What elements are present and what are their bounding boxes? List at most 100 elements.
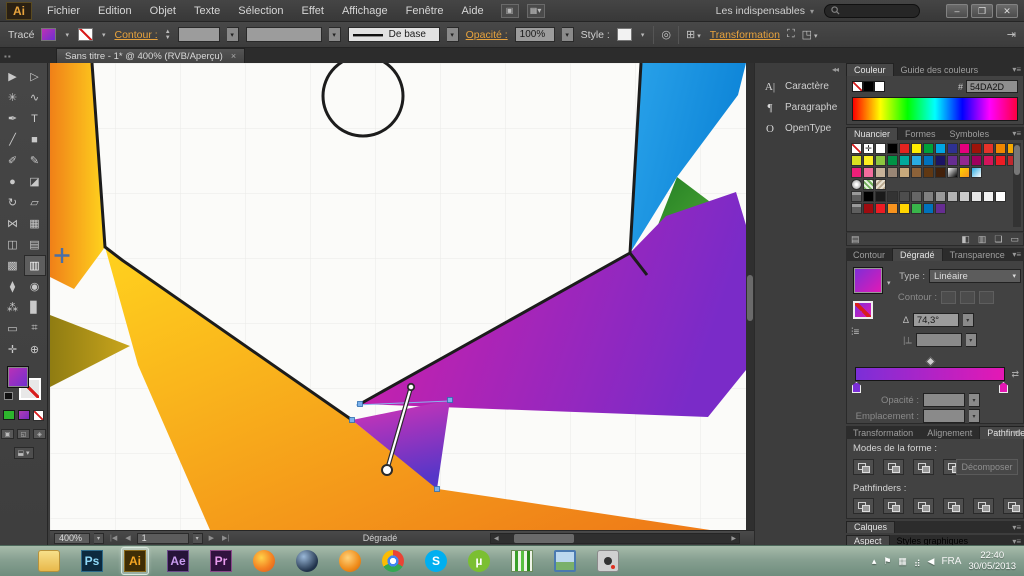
network-icon[interactable]: ⣴ <box>914 556 921 567</box>
swatch[interactable] <box>899 203 910 214</box>
tab-transparence[interactable]: Transparence <box>943 249 1012 261</box>
width-profile-select[interactable] <box>245 27 322 42</box>
rotate-tool[interactable]: ↻ <box>2 192 24 213</box>
gradient-preview-swatch[interactable] <box>853 267 883 294</box>
gradient-options-icon[interactable]: ⫶≡ <box>851 327 859 338</box>
scale-tool[interactable]: ▱ <box>24 192 46 213</box>
none-swatch[interactable] <box>851 143 862 154</box>
gradient-reverse-fill-icon[interactable] <box>853 301 873 319</box>
taskbar-clock[interactable]: 22:40 30/05/2013 <box>968 550 1016 572</box>
screen-recorder-taskbar-icon[interactable] <box>595 548 621 574</box>
tab-guide-des-couleurs[interactable]: Guide des couleurs <box>894 64 986 76</box>
brush-definition-select[interactable]: De base <box>347 27 440 42</box>
registration-swatch[interactable]: ✛ <box>863 143 874 154</box>
swatch[interactable] <box>923 191 934 202</box>
swatch[interactable] <box>911 155 922 166</box>
swatch[interactable] <box>887 155 898 166</box>
swatch[interactable] <box>887 167 898 178</box>
photo-viewer-taskbar-icon[interactable] <box>552 548 578 574</box>
pencil-tool[interactable]: ✎ <box>24 150 46 171</box>
fraps-taskbar-icon[interactable] <box>509 548 535 574</box>
hex-value-field[interactable]: 54DA2D <box>966 80 1018 93</box>
scroll-right-icon[interactable]: ▶ <box>728 535 739 542</box>
swatch[interactable] <box>971 191 982 202</box>
scrollbar-thumb[interactable] <box>513 534 574 543</box>
swatch[interactable] <box>911 191 922 202</box>
swatch[interactable] <box>971 143 982 154</box>
swatch[interactable] <box>863 191 874 202</box>
swatch[interactable] <box>983 191 994 202</box>
stroke-weight-field[interactable] <box>177 27 220 42</box>
rectangle-tool[interactable]: ■ <box>24 129 46 150</box>
gradient-swatch[interactable] <box>947 167 958 178</box>
gradient-slider-bar[interactable] <box>855 367 1005 381</box>
swatch[interactable] <box>947 143 958 154</box>
magic-wand-tool[interactable]: ✳ <box>2 87 24 108</box>
after-effects-taskbar-icon[interactable]: Ae <box>165 548 191 574</box>
swatch[interactable] <box>911 167 922 178</box>
bounding-box-icon[interactable]: ⛶ <box>787 28 795 41</box>
workspace-switcher[interactable]: Les indispensables ▾ <box>716 5 824 17</box>
artboard-number-field[interactable]: 1 <box>136 532 189 544</box>
unite-icon[interactable] <box>853 459 874 475</box>
chevron-down-icon[interactable]: ▾ <box>887 279 891 287</box>
fill-color-swatch[interactable] <box>41 28 57 41</box>
panel-menu-icon[interactable]: ▾≡ <box>1012 428 1021 437</box>
horizontal-scrollbar[interactable]: ◀ ▶ <box>490 533 740 544</box>
align-icon[interactable]: ⊞ ▾ <box>686 28 703 41</box>
column-graph-tool[interactable]: ▊ <box>24 297 46 318</box>
menu-texte[interactable]: Texte <box>185 2 229 20</box>
chevron-down-icon[interactable]: ▾ <box>446 27 459 42</box>
stroke-weight-stepper[interactable]: ▲ ▼ <box>165 29 171 41</box>
swatch[interactable] <box>851 167 862 178</box>
dock-item-caractere[interactable]: A| Caractère <box>755 76 844 97</box>
tab-degrade[interactable]: Dégradé <box>892 248 943 261</box>
swatch[interactable] <box>983 155 994 166</box>
artboard-canvas[interactable] <box>50 63 746 530</box>
direct-selection-tool[interactable]: ▷ <box>24 66 46 87</box>
tab-transformation[interactable]: Transformation <box>846 427 920 439</box>
action-center-icon[interactable]: ⚑ <box>883 556 891 567</box>
minus-back-icon[interactable] <box>1003 498 1024 514</box>
mesh-tool[interactable]: ▩ <box>2 255 24 276</box>
perspective-grid-tool[interactable]: ▤ <box>24 234 46 255</box>
next-artboard-icon[interactable]: ▶ <box>207 534 216 542</box>
swatch[interactable] <box>959 155 970 166</box>
menu-edition[interactable]: Edition <box>89 2 141 20</box>
black-swatch[interactable] <box>863 81 874 92</box>
width-tool[interactable]: ⋈ <box>2 213 24 234</box>
swatch[interactable] <box>911 143 922 154</box>
graphic-style-swatch[interactable] <box>616 28 632 41</box>
swatch[interactable] <box>947 155 958 166</box>
swatch[interactable] <box>923 167 934 178</box>
swatch[interactable] <box>935 155 946 166</box>
swatch[interactable] <box>947 191 958 202</box>
swatch[interactable] <box>971 155 982 166</box>
scrollbar-thumb[interactable] <box>1014 145 1020 175</box>
white-swatch[interactable] <box>874 81 885 92</box>
draw-normal-icon[interactable]: ▣ <box>1 429 14 439</box>
premiere-taskbar-icon[interactable]: Pr <box>208 548 234 574</box>
draw-inside-icon[interactable]: ◈ <box>33 429 46 439</box>
recolor-artwork-icon[interactable]: ◎ <box>661 28 671 41</box>
symbol-sprayer-tool[interactable]: ⁂ <box>2 297 24 318</box>
angle-field[interactable]: 74,3° <box>912 313 959 327</box>
window-layout-icon[interactable]: ▣ <box>500 3 519 18</box>
chevron-down-icon[interactable]: ▾ <box>63 31 71 39</box>
color-button[interactable] <box>3 410 15 420</box>
swatch[interactable] <box>887 143 898 154</box>
close-tab-icon[interactable]: × <box>231 51 236 61</box>
swatch[interactable] <box>899 191 910 202</box>
minus-front-icon[interactable] <box>883 459 904 475</box>
pattern-swatch[interactable] <box>863 179 874 190</box>
prev-artboard-icon[interactable]: ◀ <box>123 534 132 542</box>
swatch[interactable] <box>899 143 910 154</box>
swatch[interactable] <box>923 203 934 214</box>
dock-item-opentype[interactable]: O OpenType <box>755 118 844 139</box>
gradient-type-select[interactable]: Linéaire ▾ <box>929 269 1021 283</box>
menu-objet[interactable]: Objet <box>141 2 185 20</box>
outline-icon[interactable] <box>973 498 994 514</box>
display-icon[interactable]: ▦ <box>898 556 907 567</box>
menu-fenetre[interactable]: Fenêtre <box>397 2 453 20</box>
new-color-group-icon[interactable]: ▥ <box>978 234 987 245</box>
